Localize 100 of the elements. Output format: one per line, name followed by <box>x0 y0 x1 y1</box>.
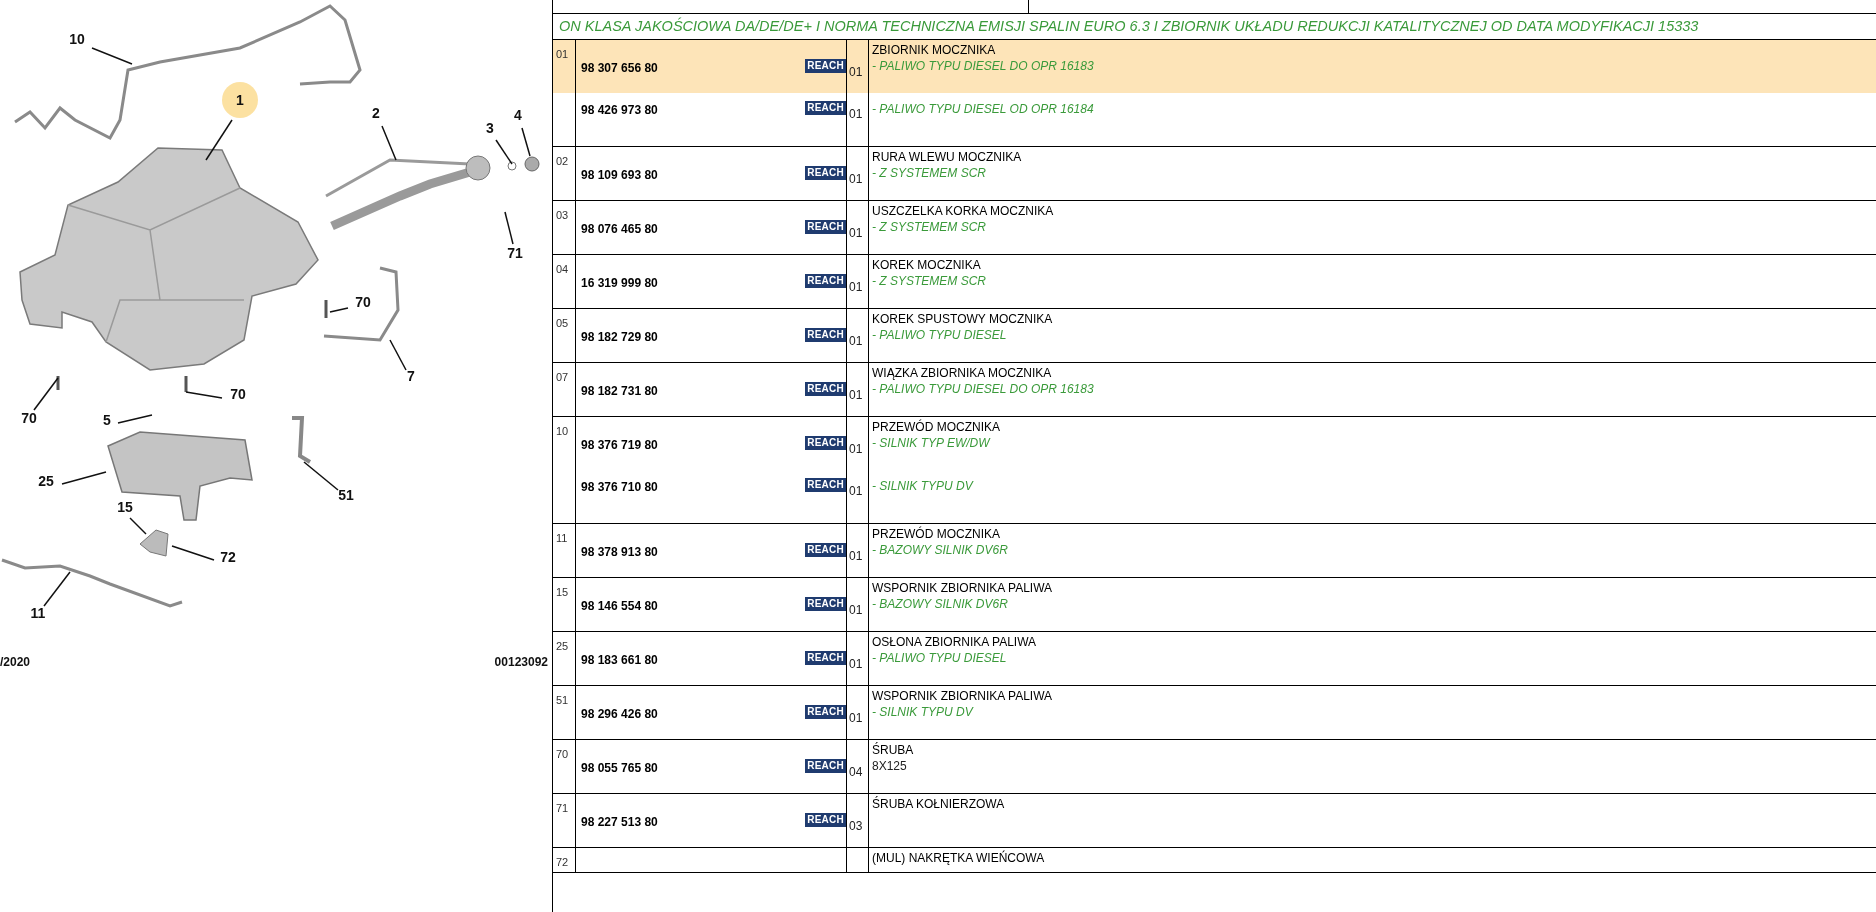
part-number: 16 319 999 80 <box>581 275 658 292</box>
item-index: 71 <box>556 802 569 814</box>
reach-badge: REACH <box>805 220 846 234</box>
reach-badge: REACH <box>805 328 846 342</box>
callout-number: 4 <box>514 107 522 123</box>
quantity: 01 <box>849 334 863 348</box>
callout-number: 7 <box>407 368 415 384</box>
callout-number: 11 <box>30 605 46 621</box>
part-note: - BAZOWY SILNIK DV6R <box>872 596 1009 612</box>
item-index: 07 <box>556 371 569 383</box>
part-title: OSŁONA ZBIORNIKA PALIWA <box>872 634 1038 650</box>
part-number: 98 296 426 80 <box>581 706 658 723</box>
leader-line <box>521 127 531 157</box>
quantity: 01 <box>849 549 863 563</box>
part-note: - SILNIK TYPU DV <box>872 704 975 720</box>
leader-line <box>129 517 147 535</box>
callout-number: 51 <box>338 487 354 503</box>
banner-text: ON KLASA JAKOŚCIOWA DA/DE/DE+ I NORMA TECHNICZNA EMISJI SPALIN EURO 6.3 I ZBIORNIK UKŁADU REDUKCJI KATALITYCZNEJ OD DATA MODYFIKACJI 15333 <box>559 16 1699 36</box>
part-number: 98 376 710 80 <box>581 479 658 496</box>
quantity: 01 <box>849 711 863 725</box>
reach-badge: REACH <box>805 166 846 180</box>
item-index: 10 <box>556 425 569 437</box>
quantity: 03 <box>849 819 863 833</box>
part-title: USZCZELKA KORKA MOCZNIKA <box>872 203 1055 219</box>
leader-line <box>171 545 215 561</box>
part-number: 98 426 973 80 <box>581 102 658 119</box>
leader-line <box>495 139 513 165</box>
part-note: - PALIWO TYPU DIESEL OD OPR 16184 <box>872 101 1095 117</box>
part-note: - SILNIK TYP EW/DW <box>872 435 992 451</box>
bracket-drawing <box>139 529 169 557</box>
diagram-date: /2020 <box>0 655 31 669</box>
quantity: 01 <box>849 603 863 617</box>
part-title: (MUL) NAKRĘTKA WIEŃCOWA <box>872 850 1046 866</box>
reach-badge: REACH <box>805 382 846 396</box>
bolt-drawing <box>184 376 188 392</box>
reach-badge: REACH <box>805 759 846 773</box>
part-title: WSPORNIK ZBIORNIKA PALIWA <box>872 580 1054 596</box>
quantity: 01 <box>849 388 863 402</box>
part-title: PRZEWÓD MOCZNIKA <box>872 419 1001 435</box>
part-number: 98 109 693 80 <box>581 167 658 184</box>
reach-badge: REACH <box>805 478 846 492</box>
part-note: 8X125 <box>872 758 908 774</box>
bolt-drawing <box>324 300 328 318</box>
reach-badge: REACH <box>805 651 846 665</box>
callout-number: 72 <box>220 549 236 565</box>
item-index: 70 <box>556 748 569 760</box>
reach-badge: REACH <box>805 705 846 719</box>
callout-number: 5 <box>103 412 111 428</box>
part-number: 98 055 765 80 <box>581 760 658 777</box>
part-title: KOREK MOCZNIKA <box>872 257 982 273</box>
reach-badge: REACH <box>805 543 846 557</box>
part-note: - PALIWO TYPU DIESEL <box>872 327 1008 343</box>
item-index: 02 <box>556 155 569 167</box>
reach-badge: REACH <box>805 813 846 827</box>
quantity: 01 <box>849 107 863 121</box>
quantity: 01 <box>849 657 863 671</box>
part-number: 98 146 554 80 <box>581 598 658 615</box>
item-index: 51 <box>556 694 569 706</box>
leader-line <box>381 125 397 161</box>
part-number: 98 378 913 80 <box>581 544 658 561</box>
callout-number: 70 <box>230 386 246 402</box>
leader-line <box>504 211 514 245</box>
quantity: 01 <box>849 65 863 79</box>
part-note: - Z SYSTEMEM SCR <box>872 219 987 235</box>
reach-badge: REACH <box>805 101 846 115</box>
callout-number: 71 <box>507 245 523 261</box>
item-index: 05 <box>556 317 569 329</box>
part-note: - Z SYSTEMEM SCR <box>872 165 987 181</box>
callout-number: 15 <box>117 499 133 515</box>
part-number: 98 182 729 80 <box>581 329 658 346</box>
part-note: - PALIWO TYPU DIESEL DO OPR 16183 <box>872 58 1095 74</box>
part-title: RURA WLEWU MOCZNIKA <box>872 149 1023 165</box>
leader-line <box>303 461 339 491</box>
part-title: KOREK SPUSTOWY MOCZNIKA <box>872 311 1054 327</box>
item-index: 15 <box>556 586 569 598</box>
leader-line <box>329 307 349 313</box>
quantity: 04 <box>849 765 863 779</box>
item-index: 04 <box>556 263 569 275</box>
part-number: 98 307 656 80 <box>581 60 658 77</box>
bolt-drawing <box>56 376 60 390</box>
part-number: 98 376 719 80 <box>581 437 658 454</box>
reach-badge: REACH <box>805 274 846 288</box>
part-note: - PALIWO TYPU DIESEL DO OPR 16183 <box>872 381 1095 397</box>
leader-line <box>61 471 107 485</box>
part-title: WIĄZKA ZBIORNIKA MOCZNIKA <box>872 365 1053 381</box>
leader-line <box>43 571 71 607</box>
item-index: 03 <box>556 209 569 221</box>
part-title: PRZEWÓD MOCZNIKA <box>872 526 1001 542</box>
part-title: ŚRUBA KOŁNIERZOWA <box>872 796 1006 812</box>
part-row[interactable]: 01 98 307 656 80 REACH 01 ZBIORNIK MOCZNIKA - PALIWO TYPU DIESEL DO OPR 16183 <box>553 40 1876 93</box>
part-number: 98 183 661 80 <box>581 652 658 669</box>
leader-line <box>33 377 59 411</box>
quantity: 01 <box>849 226 863 240</box>
item-index: 25 <box>556 640 569 652</box>
diagram-code: 00123092 <box>494 655 548 669</box>
item-index: 72 <box>556 856 569 868</box>
callout-number: 70 <box>355 294 371 310</box>
leader-line <box>205 119 233 161</box>
callout-number: 70 <box>21 410 37 426</box>
callout-number: 3 <box>486 120 494 136</box>
